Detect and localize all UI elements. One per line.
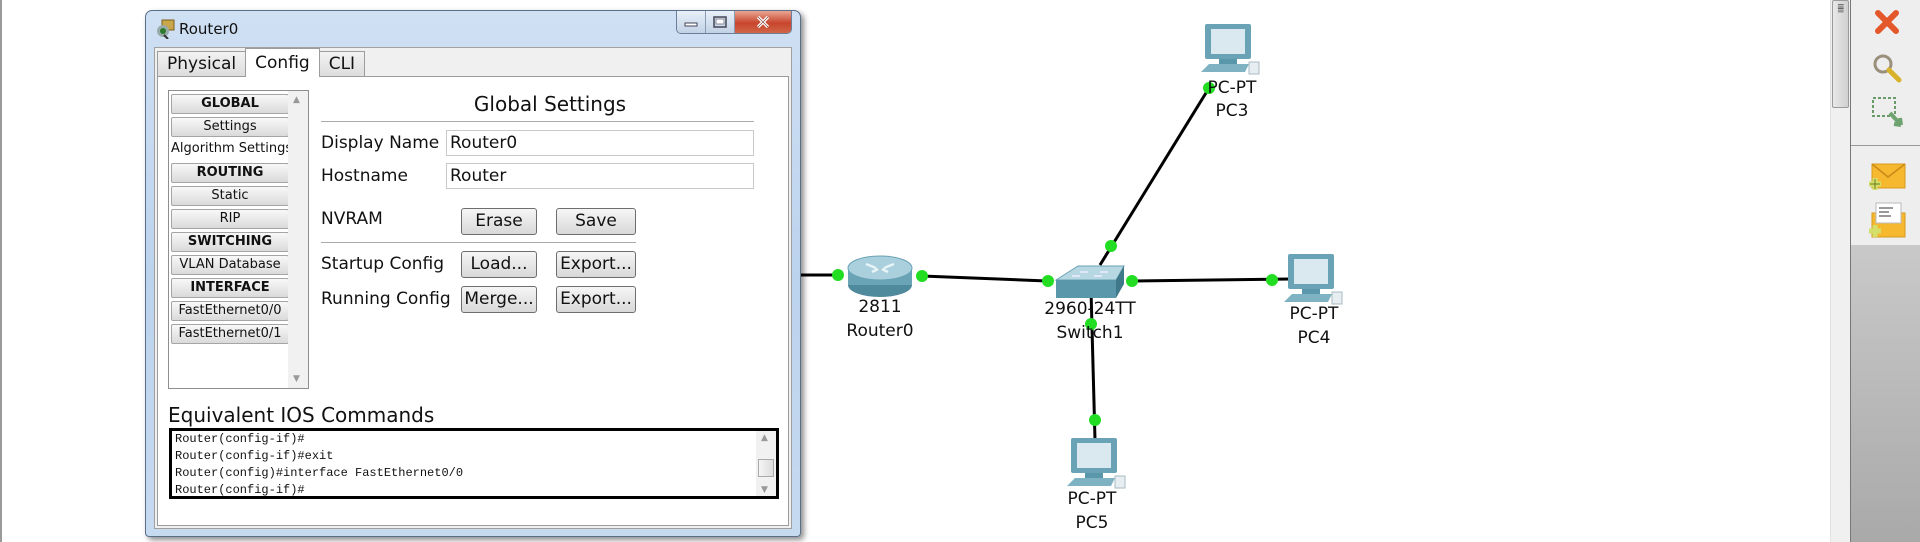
router0-icon[interactable]: [847, 255, 913, 297]
right-toolbar: [1850, 0, 1920, 542]
port-pc4: [1266, 274, 1278, 286]
sidebar-item-algorithm-settings[interactable]: Algorithm Settings: [171, 140, 289, 160]
tab-config[interactable]: Config: [245, 48, 320, 77]
sidebar-item-settings[interactable]: Settings: [171, 117, 289, 137]
config-sidebar: GLOBAL Settings Algorithm Settings ROUTI…: [168, 90, 309, 389]
scroll-up-icon[interactable]: ▲: [293, 95, 300, 105]
router0-model-label: 2811: [858, 297, 902, 317]
sidebar-item-static[interactable]: Static: [171, 186, 289, 206]
toolbar-bottom-panel: [1851, 245, 1920, 542]
pc5-icon[interactable]: [1067, 438, 1126, 489]
pc5-model-label: PC-PT: [1067, 489, 1117, 509]
erase-button[interactable]: Erase: [461, 208, 537, 235]
workspace-vertical-scrollbar[interactable]: ≡ ≡: [1830, 0, 1851, 542]
add-simple-pdu-tool[interactable]: [1865, 157, 1909, 197]
port-router0-left: [832, 269, 844, 281]
sidebar-item-rip[interactable]: RIP: [171, 209, 289, 229]
ios-commands-title: Equivalent IOS Commands: [168, 403, 435, 427]
pc3-icon[interactable]: [1201, 24, 1260, 75]
delete-x-icon: [1875, 10, 1899, 34]
sidebar-item-vlan-database[interactable]: VLAN Database: [171, 255, 289, 275]
ios-line: Router(config-if)#: [175, 432, 305, 446]
router0-name-label: Router0: [846, 321, 914, 341]
pc4-name-label: PC4: [1297, 328, 1331, 348]
port-switch1-right: [1126, 275, 1138, 287]
dialog-body: Physical Config CLI GLOBAL Settings Algo…: [154, 47, 792, 529]
router-config-icon: [157, 19, 175, 39]
hostname-label: Hostname: [321, 166, 408, 186]
port-pc5: [1089, 414, 1101, 426]
port-router0-right: [916, 270, 928, 282]
config-tab-panel: GLOBAL Settings Algorithm Settings ROUTI…: [157, 76, 789, 526]
add-complex-pdu-tool[interactable]: [1865, 200, 1909, 240]
sidebar-header-interface[interactable]: INTERFACE: [171, 278, 289, 298]
left-border: [0, 0, 2, 542]
ios-line: Router(config)#interface FastEthernet0/0: [175, 466, 464, 480]
ios-line: Router(config-if)#exit: [175, 449, 334, 463]
tab-cli[interactable]: CLI: [318, 51, 366, 77]
scroll-down-icon[interactable]: ▼: [293, 374, 300, 384]
port-switch1-left: [1042, 275, 1054, 287]
add-simple-pdu-icon: [1869, 163, 1906, 190]
startup-config-label: Startup Config: [321, 254, 445, 274]
ios-scrollbar[interactable]: ▲ ▼: [756, 431, 776, 496]
hostname-input[interactable]: [446, 163, 754, 189]
ios-line: Router(config-if)#: [175, 483, 305, 497]
title-divider: [321, 121, 754, 122]
grip-icon: ≡ ≡: [1837, 2, 1845, 16]
switch1-model-label: 2960-24TT: [1044, 299, 1136, 319]
sidebar-header-global[interactable]: GLOBAL: [171, 94, 289, 114]
pc3-name-label: PC3: [1215, 101, 1249, 121]
maximize-icon: [713, 16, 727, 28]
window-controls: [676, 11, 792, 34]
port-switch1-top: [1105, 240, 1117, 252]
maximize-button[interactable]: [705, 11, 734, 33]
resize-select-icon: [1872, 97, 1903, 127]
minimize-icon: [684, 22, 698, 27]
sidebar-item-fastethernet0-0[interactable]: FastEthernet0/0: [171, 301, 289, 321]
export-running-button[interactable]: Export...: [556, 286, 636, 313]
magnifier-icon: [1873, 54, 1902, 83]
router-config-dialog: Router0 Physical Config CLI GLOBAL Setti…: [145, 10, 801, 537]
save-button[interactable]: Save: [556, 208, 636, 235]
dialog-title: Router0: [179, 20, 239, 38]
scroll-down-icon[interactable]: ▼: [761, 485, 768, 495]
minimize-button[interactable]: [677, 11, 705, 33]
nvram-divider: [321, 242, 636, 243]
running-config-label: Running Config: [321, 289, 451, 309]
export-startup-button[interactable]: Export...: [556, 251, 636, 278]
ios-commands-box[interactable]: Router(config-if)# Router(config-if)#exi…: [169, 428, 779, 499]
sidebar-header-switching[interactable]: SWITCHING: [171, 232, 289, 252]
tab-physical[interactable]: Physical: [157, 51, 247, 77]
tab-strip: Physical Config CLI: [157, 48, 366, 77]
pc4-model-label: PC-PT: [1289, 304, 1339, 324]
close-button[interactable]: [734, 11, 791, 33]
inspect-tool[interactable]: [1865, 48, 1909, 88]
nvram-label: NVRAM: [321, 209, 383, 229]
merge-running-button[interactable]: Merge...: [461, 286, 537, 313]
sidebar-header-routing[interactable]: ROUTING: [171, 163, 289, 183]
sidebar-item-fastethernet0-1[interactable]: FastEthernet0/1: [171, 324, 289, 344]
close-icon: [756, 15, 770, 29]
load-startup-button[interactable]: Load...: [461, 251, 537, 278]
pc5-name-label: PC5: [1075, 513, 1109, 533]
scroll-up-icon[interactable]: ▲: [761, 433, 768, 443]
display-name-input[interactable]: [446, 130, 754, 156]
link-router0-switch1[interactable]: [921, 274, 1048, 283]
scrollbar-thumb[interactable]: ≡ ≡: [1832, 0, 1849, 108]
delete-tool[interactable]: [1865, 2, 1909, 42]
pc3-model-label: PC-PT: [1207, 78, 1257, 98]
resize-shape-tool[interactable]: [1865, 92, 1909, 132]
ios-scroll-thumb[interactable]: [758, 459, 774, 477]
switch1-icon[interactable]: [1054, 265, 1125, 298]
pc4-icon[interactable]: [1284, 254, 1343, 305]
display-name-label: Display Name: [321, 133, 440, 153]
add-complex-pdu-icon: [1869, 202, 1906, 238]
toolbar-separator: [1851, 145, 1920, 146]
panel-title: Global Settings: [473, 92, 627, 116]
switch1-name-label: Switch1: [1056, 323, 1124, 343]
sidebar-scrollbar[interactable]: ▲ ▼: [288, 91, 308, 388]
